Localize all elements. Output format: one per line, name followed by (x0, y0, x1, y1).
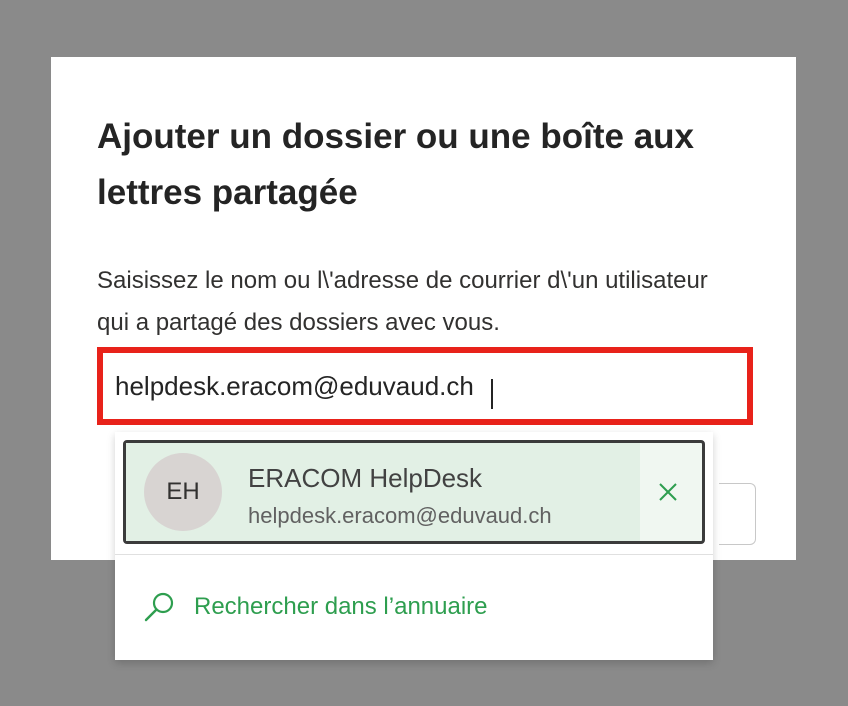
avatar: EH (144, 453, 222, 531)
dialog-title: Ajouter un dossier ou une boîte aux lett… (97, 117, 694, 212)
suggestion-item-main[interactable]: EH ERACOM HelpDesk helpdesk.eracom@eduva… (126, 443, 640, 541)
search-icon (144, 592, 174, 622)
dialog-description: Saisissez le nom ou l\'adresse de courri… (97, 267, 708, 336)
remove-suggestion-button[interactable] (648, 472, 688, 512)
suggestion-name: ERACOM HelpDesk (248, 463, 483, 493)
text-caret (491, 379, 493, 409)
search-directory-label: Rechercher dans l’annuaire (194, 593, 488, 620)
suggestion-email: helpdesk.eracom@eduvaud.ch (248, 503, 552, 528)
suggestion-item[interactable]: EH ERACOM HelpDesk helpdesk.eracom@eduva… (123, 440, 705, 544)
user-email-input[interactable] (103, 353, 747, 419)
search-directory-button[interactable]: Rechercher dans l’annuaire (115, 572, 713, 644)
close-icon (659, 483, 677, 501)
obscured-button[interactable] (719, 483, 756, 545)
suggestion-dropdown: EH ERACOM HelpDesk helpdesk.eracom@eduva… (115, 432, 713, 660)
dropdown-divider (115, 554, 713, 555)
